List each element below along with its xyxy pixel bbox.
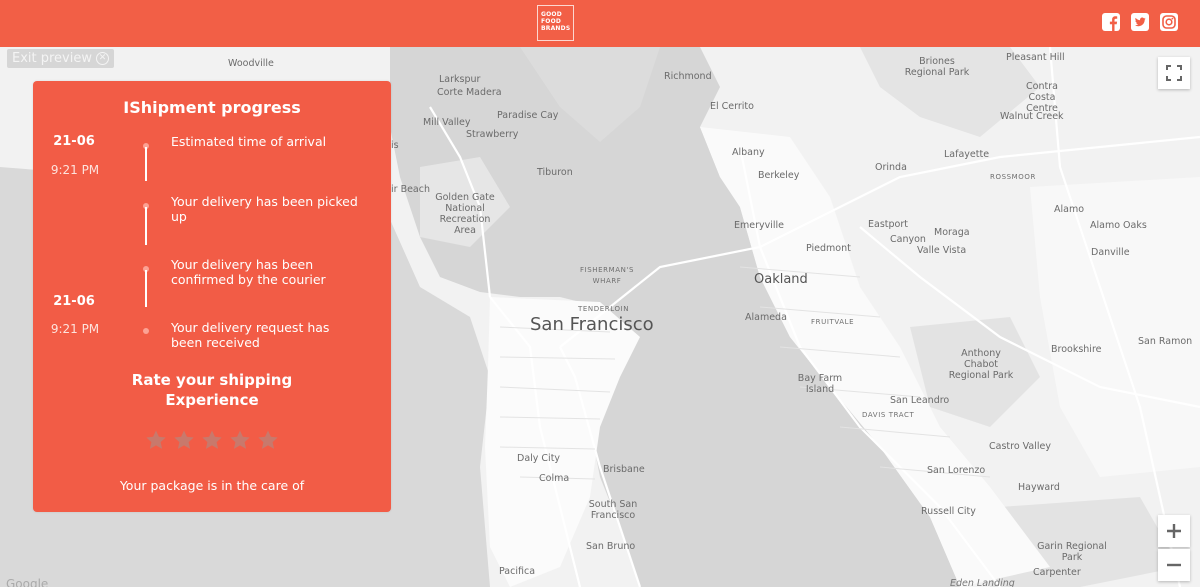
place-label: Briones Regional Park [904, 56, 970, 78]
place-label: Albany [732, 147, 765, 158]
timeline-time: 9:21 PM [50, 163, 100, 177]
place-label: Piedmont [806, 243, 851, 254]
exit-preview-button[interactable]: Exit preview ✕ [7, 49, 114, 68]
fullscreen-button[interactable] [1158, 57, 1190, 89]
place-label: Daly City [517, 453, 561, 464]
plus-icon [1167, 524, 1181, 538]
place-label: Oakland [754, 272, 808, 287]
timeline-event-text: Your delivery has been confirmed by the … [171, 257, 326, 287]
place-label: Contra Costa Centre [1026, 81, 1058, 114]
shipment-progress-card: IShipment progress 21-06 9:21 PM Estimat… [33, 81, 391, 512]
card-title: IShipment progress [123, 98, 301, 117]
place-label: Pacifica [499, 566, 536, 577]
place-label: Alamo Oaks [1090, 220, 1147, 231]
place-label: Tiburon [537, 167, 573, 178]
place-label: Eden Landing [950, 578, 1015, 587]
place-label: San Leandro [890, 395, 950, 406]
minus-icon [1167, 563, 1181, 567]
place-label: Garin Regional Park [1037, 541, 1107, 563]
place-label: FRUITVALE [811, 318, 855, 326]
place-label: Lafayette [944, 149, 990, 160]
place-label: ir Beach [391, 184, 430, 195]
zoom-out-button[interactable] [1158, 549, 1190, 581]
place-label: Eastport [868, 219, 908, 230]
logo-text-line-1: GOOD [541, 11, 562, 18]
place-label: Brookshire [1051, 344, 1102, 355]
timeline-event-text: Your delivery has been picked up [171, 194, 358, 224]
close-icon: ✕ [96, 52, 109, 65]
place-label: Emeryville [734, 220, 785, 231]
star-icon[interactable] [144, 428, 168, 452]
place-label: is [391, 140, 399, 151]
place-label: Hayward [1018, 482, 1060, 493]
twitter-icon[interactable] [1130, 12, 1150, 32]
rating-title-line: Rate your shipping [131, 371, 293, 389]
timeline-connector [145, 270, 147, 307]
facebook-icon[interactable] [1101, 12, 1121, 32]
timeline-dot [143, 328, 149, 334]
place-label: Moraga [934, 227, 970, 238]
rating-title-line: Experience [165, 391, 259, 409]
timeline-event-text: Your delivery request has been received [171, 320, 330, 350]
care-of-text: Your package is in the care of [119, 478, 305, 493]
place-label: Richmond [664, 71, 712, 82]
timeline-event-text: Estimated time of arrival [171, 134, 327, 149]
exit-preview-label: Exit preview [12, 51, 92, 66]
place-label: Berkeley [758, 170, 800, 181]
place-label: South San Francisco [588, 499, 638, 521]
place-label: Golden Gate National Recreation Area [435, 192, 495, 236]
place-label: Corte Madera [437, 87, 502, 98]
star-icon[interactable] [228, 428, 252, 452]
rating-title: Rate your shipping Experience [33, 370, 391, 410]
place-label: Pleasant Hill [1006, 52, 1065, 63]
place-label: San Ramon [1138, 336, 1193, 347]
place-label: San Lorenzo [927, 465, 986, 476]
star-icon[interactable] [172, 428, 196, 452]
place-label: Valle Vista [917, 245, 967, 256]
place-label: Orinda [875, 162, 907, 173]
fullscreen-icon [1166, 65, 1182, 81]
place-label: Mill Valley [423, 117, 471, 128]
top-header: GOOD FOOD BRANDS [0, 0, 1200, 47]
place-label: Strawberry [466, 129, 519, 140]
logo-text-line-3: BRANDS [541, 25, 571, 32]
timeline-connector [145, 207, 147, 245]
place-label: Bay Farm Island [797, 373, 843, 395]
place-label: Walnut Creek [1000, 111, 1064, 122]
brand-logo[interactable]: GOOD FOOD BRANDS [537, 5, 574, 41]
place-label: Woodville [228, 58, 274, 69]
place-label: Paradise Cay [497, 110, 559, 121]
star-rating[interactable] [144, 428, 284, 452]
place-label: Carpenter [1033, 567, 1081, 578]
timeline-time: 9:21 PM [50, 322, 100, 336]
timeline-connector [145, 147, 147, 181]
star-icon[interactable] [256, 428, 280, 452]
place-label: Alamo [1054, 204, 1085, 215]
instagram-icon[interactable] [1159, 12, 1179, 32]
place-label: Colma [539, 473, 570, 484]
place-label: Anthony Chabot Regional Park [948, 348, 1014, 381]
place-label: San Bruno [586, 541, 636, 552]
place-label: DAVIS TRACT [862, 411, 915, 419]
star-icon[interactable] [200, 428, 224, 452]
place-label: El Cerrito [710, 101, 754, 112]
place-label: FISHERMAN'S WHARF [579, 266, 635, 285]
zoom-in-button[interactable] [1158, 515, 1190, 547]
place-label: Danville [1091, 247, 1130, 258]
timeline-date: 21-06 [53, 134, 95, 149]
timeline-date: 21-06 [53, 294, 95, 309]
place-label: Brisbane [603, 464, 645, 475]
place-label: Alameda [745, 312, 787, 323]
place-label: Russell City [921, 506, 976, 517]
place-label: Castro Valley [989, 441, 1051, 452]
place-label: ROSSMOOR [990, 173, 1036, 181]
place-label: Larkspur [439, 74, 481, 85]
logo-text-line-2: FOOD [541, 18, 562, 25]
place-label: San Francisco [530, 314, 654, 335]
map-attribution-logo[interactable]: Google [6, 577, 48, 587]
place-label: Canyon [890, 234, 926, 245]
